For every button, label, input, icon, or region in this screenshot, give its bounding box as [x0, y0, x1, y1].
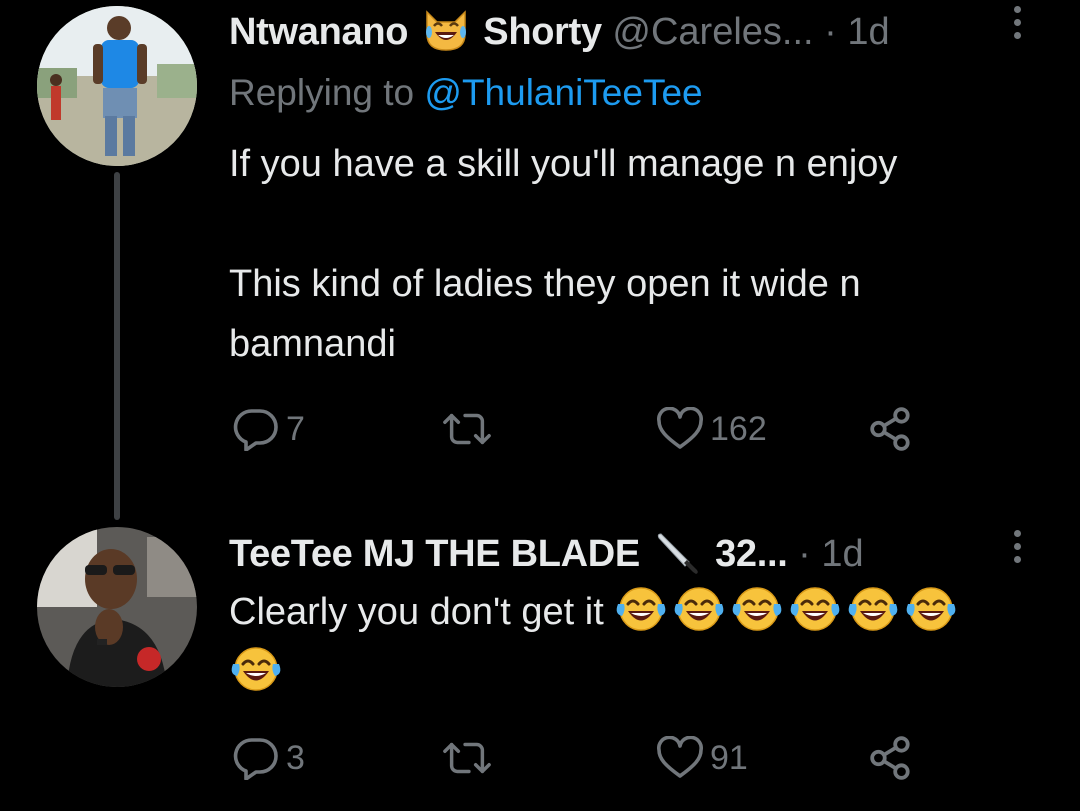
joy-cat-emoji-icon	[425, 10, 466, 51]
share-button[interactable]	[868, 404, 914, 454]
avatar[interactable]	[37, 6, 197, 166]
separator-dot: ·	[798, 533, 822, 575]
separator-dot: ·	[824, 11, 848, 53]
more-icon[interactable]	[1014, 6, 1022, 46]
face-with-tears-of-joy-emoji-icon	[617, 587, 666, 631]
avatar-image	[37, 527, 197, 687]
like-button[interactable]: 162	[656, 404, 767, 454]
more-icon[interactable]	[1014, 530, 1022, 570]
tweet-header: Ntwanano Shorty @Careles... · 1d	[229, 8, 1020, 55]
face-with-tears-of-joy-emoji-icon	[231, 647, 281, 691]
author-name[interactable]: Ntwanano	[229, 11, 408, 53]
tweet-paragraph: This kind of ladies they open it wide n …	[229, 263, 861, 365]
tweet-2[interactable]: TeeTee MJ THE BLADE 32... · 1d Clearly y…	[0, 520, 1080, 811]
author-name-suffix[interactable]: 32...	[715, 533, 788, 575]
share-button[interactable]	[868, 733, 914, 783]
replying-to-handle-link[interactable]: @ThulaniTeeTee	[424, 72, 702, 113]
replying-to: Replying to @ThulaniTeeTee	[229, 70, 703, 116]
reply-button[interactable]: 3	[232, 733, 305, 783]
avatar-image	[37, 6, 197, 166]
retweet-button[interactable]	[442, 733, 492, 783]
tweet-actions: 3 91	[232, 733, 932, 783]
tweet-text: If you have a skill you'll manage n enjo…	[229, 134, 1020, 374]
face-with-tears-of-joy-emoji-icon	[733, 587, 782, 631]
tweet-text: Clearly you don't get it	[229, 582, 1020, 702]
retweet-button[interactable]	[442, 404, 492, 454]
avatar[interactable]	[37, 527, 197, 687]
tweet-1[interactable]: Ntwanano Shorty @Careles... · 1d Replyin…	[0, 0, 1080, 470]
tweet-paragraph: Clearly you don't get it	[229, 591, 604, 633]
like-icon	[657, 736, 703, 778]
like-count: 91	[710, 738, 748, 777]
tweet-header: TeeTee MJ THE BLADE 32... · 1d	[229, 530, 1020, 577]
retweet-icon	[443, 742, 491, 774]
reply-icon	[233, 409, 278, 451]
tweet-time[interactable]: 1d	[847, 11, 889, 53]
share-icon	[870, 407, 910, 451]
author-name-suffix[interactable]: Shorty	[483, 11, 602, 53]
replying-prefix: Replying to	[229, 72, 415, 113]
face-with-tears-of-joy-emoji-icon	[907, 587, 956, 631]
face-with-tears-of-joy-emoji-icon	[849, 587, 898, 631]
reply-count: 7	[286, 409, 305, 448]
tweet-paragraph: If you have a skill you'll manage n enjo…	[229, 143, 898, 185]
tweet-actions: 7 162	[232, 404, 932, 454]
reply-icon	[233, 738, 278, 780]
like-icon	[657, 407, 703, 449]
knife-emoji-icon	[657, 533, 698, 574]
face-with-tears-of-joy-emoji-icon	[675, 587, 724, 631]
share-icon	[870, 736, 910, 780]
retweet-icon	[443, 413, 491, 445]
like-count: 162	[710, 409, 767, 448]
tweet-time[interactable]: 1d	[821, 533, 863, 575]
like-button[interactable]: 91	[656, 733, 748, 783]
reply-button[interactable]: 7	[232, 404, 305, 454]
face-with-tears-of-joy-emoji-icon	[791, 587, 840, 631]
author-handle[interactable]: @Careles...	[612, 11, 813, 53]
reply-count: 3	[286, 738, 305, 777]
author-name[interactable]: TeeTee MJ THE BLADE	[229, 533, 640, 575]
